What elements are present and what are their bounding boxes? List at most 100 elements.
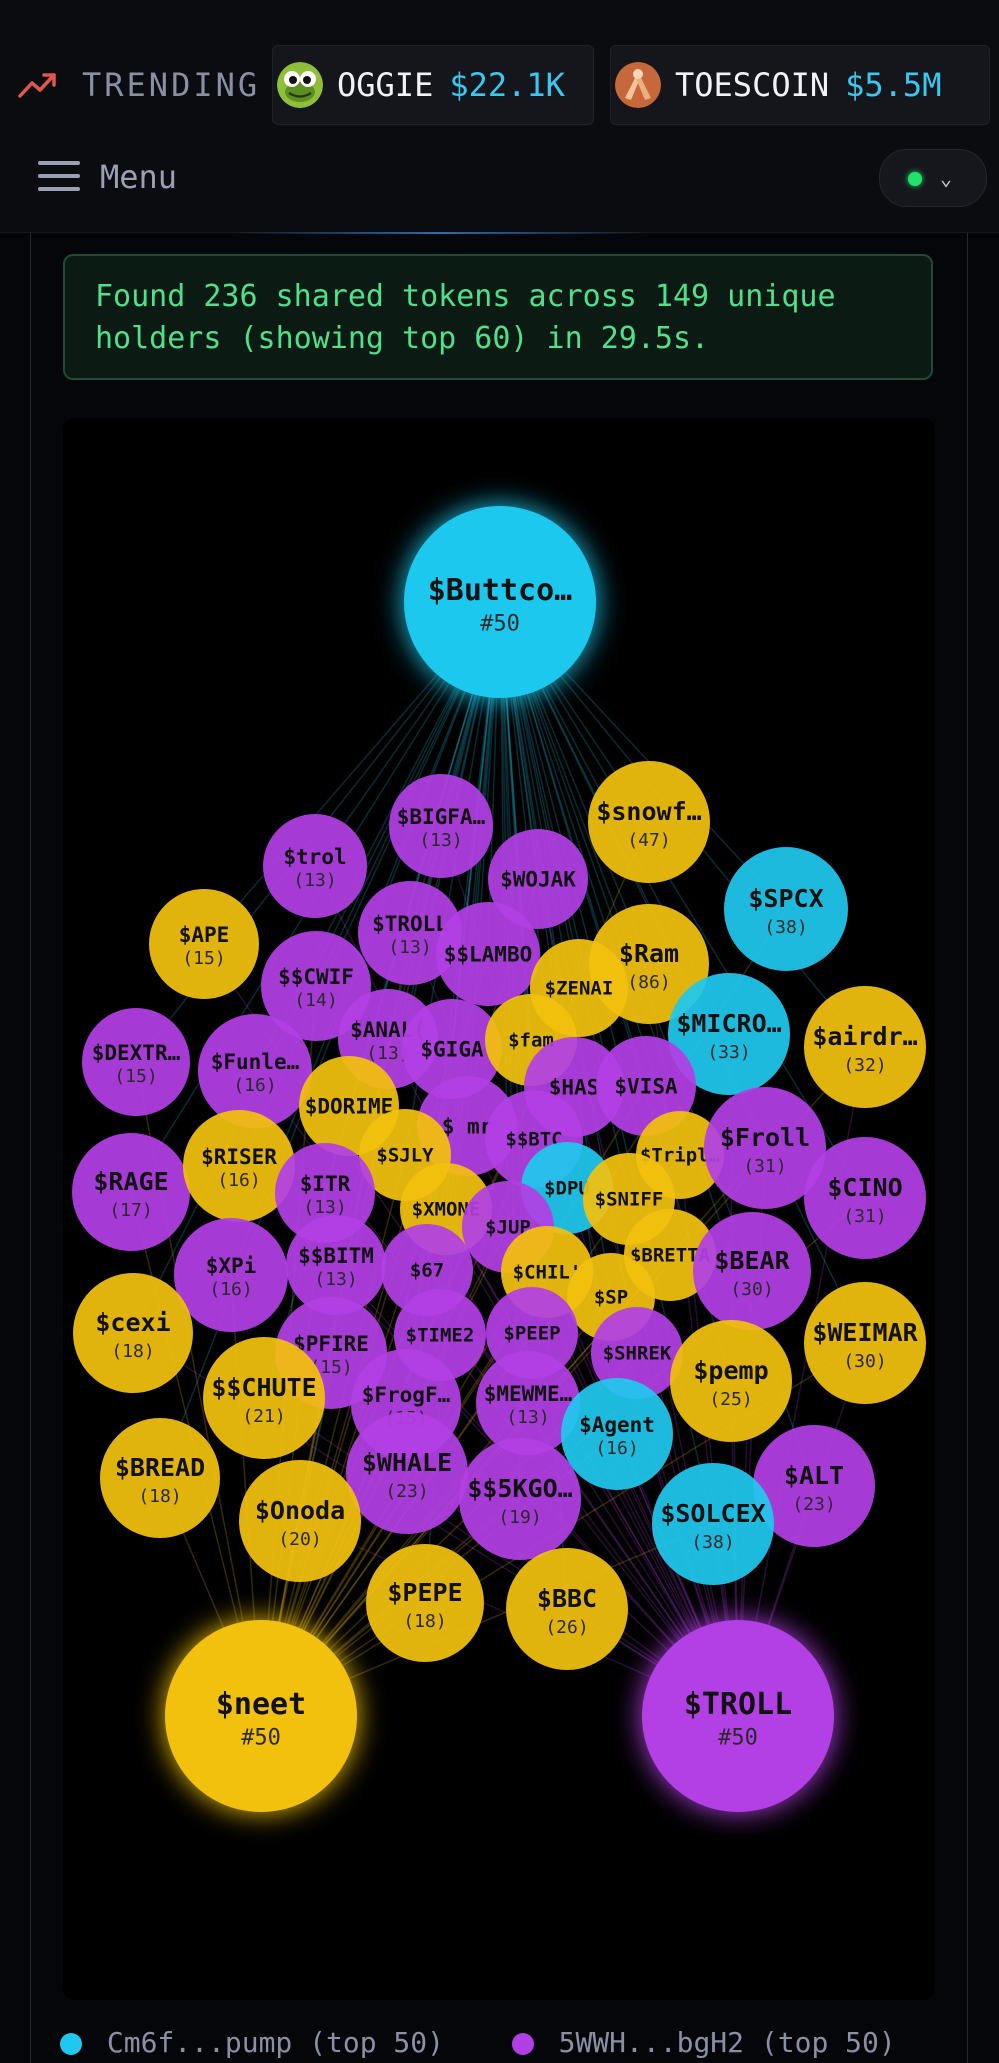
node-label: $SNIFF [595,1189,664,1211]
token-bubble-graph[interactable]: $BIGFA… (13) $snowf… (47) $trol (13) $WOJAK $SP… [63,418,935,2000]
node-count: (16) [217,1170,260,1191]
node-label: $TIME2 [406,1325,475,1347]
node-label: $Agent [579,1413,655,1437]
node-count: (86) [627,972,670,993]
node-label: $Funle… [211,1050,300,1074]
node-label: $SPCX [748,884,823,913]
token-node[interactable]: $RAGE (17) [72,1133,190,1251]
token-node[interactable]: $$CHUTE (21) [203,1337,325,1459]
token-node[interactable]: $BEAR (30) [693,1212,811,1330]
token-node[interactable]: $airdr… (32) [804,986,926,1108]
node-count: (13) [303,1197,346,1218]
anchor-node[interactable]: $TROLL #50 [642,1620,834,1812]
node-label: $FrogF… [362,1383,451,1407]
token-node[interactable]: $BREAD (18) [100,1418,220,1538]
trending-item-oggie[interactable]: OGGIE $22.1K [272,45,594,125]
token-node[interactable]: $CINO (31) [804,1137,926,1259]
node-label: $$CHUTE [211,1373,316,1402]
token-node[interactable]: $XPi(16) [174,1218,288,1332]
node-count: (23) [385,1481,428,1502]
node-count: (23) [792,1494,835,1515]
token-node[interactable]: $snowf… (47) [588,761,710,883]
node-label: $pemp [693,1356,768,1385]
node-label: $airdr… [812,1022,917,1051]
online-status-dot-icon [908,172,922,186]
trending-symbol: OGGIE [337,66,434,104]
trending-bar: TRENDING OGGIE $22.1K TOESCOIN $5.5M [0,0,999,129]
node-label: $Onoda [255,1496,345,1525]
token-node[interactable]: $APE(15) [149,889,259,999]
menu-bar: Menu ⌄ [0,128,999,233]
token-node[interactable]: $$LAMBO [436,902,540,1006]
chevron-down-icon: ⌄ [940,166,953,190]
node-label: $MEWME… [484,1382,573,1406]
token-node[interactable]: $SPCX (38) [724,847,848,971]
node-label: $Ram [619,939,679,968]
node-label: $Froll [720,1123,810,1152]
token-node[interactable]: $trol(13) [263,814,367,918]
node-label: $SP [594,1287,628,1309]
token-node[interactable]: $DEXTR…(15) [82,1008,190,1116]
token-node[interactable]: $BBC (26) [506,1548,628,1670]
node-count: (21) [242,1406,285,1427]
token-node[interactable]: $BIGFA…(13) [389,774,493,878]
graph-canvas: $BIGFA…(13)$snowf…(47)$trol(13) $WOJAK$SP… [72,506,926,1812]
node-count: (13) [314,1269,357,1290]
token-node[interactable]: $Onoda (20) [239,1460,361,1582]
legend-dot-purple [511,2033,534,2055]
token-node[interactable]: $pemp (25) [670,1320,792,1442]
node-label: $$5KGO… [467,1474,572,1503]
node-label: $PEPE [387,1578,462,1607]
node-count: (38) [764,917,807,938]
node-label: $APE [179,923,230,947]
node-label: $BEAR [714,1246,790,1275]
node-count: (30) [730,1279,773,1300]
node-label: $Buttco… [428,573,573,608]
node-label: $$BITM [298,1244,374,1268]
token-node[interactable]: $SOLCEX (38) [652,1463,774,1585]
hamburger-menu-icon[interactable] [38,161,80,193]
node-count: (33) [707,1042,750,1063]
node-label: $$CWIF [278,965,354,989]
node-label: $MICRO… [676,1009,781,1038]
node-count: (16) [209,1279,252,1300]
node-count: (15) [182,948,225,969]
node-label: $SOLCEX [660,1499,765,1528]
trending-price: $5.5M [845,66,942,104]
node-label: $BBC [537,1584,597,1613]
token-node[interactable]: $Agent(16) [561,1378,673,1490]
token-node[interactable]: $Funle…(16) [198,1014,312,1128]
node-count: (13) [388,937,431,958]
token-node[interactable]: $PEPE (18) [366,1544,484,1662]
node-label: $67 [410,1260,444,1282]
node-count: (38) [691,1532,734,1553]
anchor-node[interactable]: $Buttco… #50 [404,506,596,698]
menu-label[interactable]: Menu [100,158,177,196]
token-node[interactable]: $WHALE (23) [346,1412,468,1534]
node-label: $trol [283,845,346,869]
node-count: (13) [506,1407,549,1428]
node-count: (17) [109,1200,152,1221]
token-node[interactable]: $cexi (18) [73,1273,193,1393]
node-label: $GIGA [420,1037,484,1061]
node-count: (32) [843,1055,886,1076]
node-count: (30) [843,1351,886,1372]
legend-label: 5WWH...bgH2 (top 50) [558,2026,896,2059]
node-count: (16) [233,1075,276,1096]
node-label: $TROLL [684,1687,792,1722]
node-label: $BREAD [115,1453,205,1482]
anchor-node[interactable]: $neet #50 [165,1620,357,1812]
legend-label: Cm6f...pump (top 50) [106,2026,445,2059]
node-count: (16) [595,1438,638,1459]
frame-glow [230,232,650,234]
token-node[interactable]: $WEIMAR (30) [804,1282,926,1404]
node-label: $RISER [201,1145,277,1169]
node-count: #50 [718,1726,758,1751]
legend-dot-cyan [60,2033,82,2055]
token-node[interactable]: $$5KGO… (19) [459,1438,581,1560]
node-label: $WEIMAR [812,1318,918,1347]
node-count: (15) [114,1066,157,1087]
network-status-dropdown[interactable]: ⌄ [879,149,987,207]
node-label: $neet [216,1687,306,1722]
trending-item-toescoin[interactable]: TOESCOIN $5.5M [610,45,990,125]
